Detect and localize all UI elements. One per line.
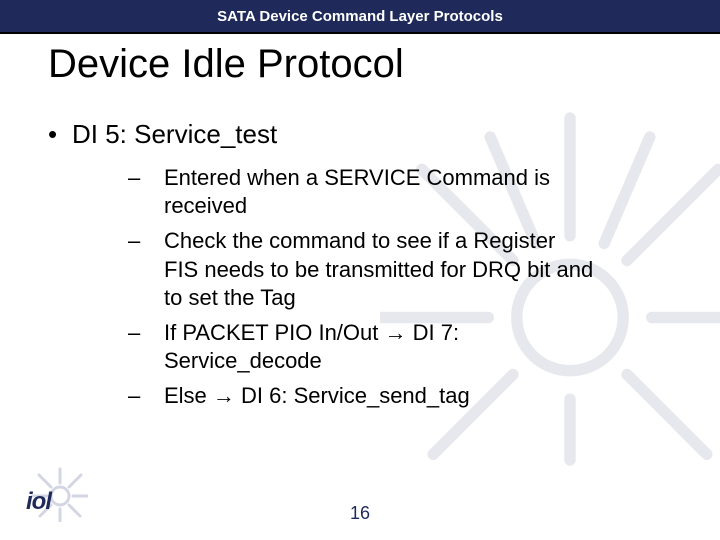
header-bar: SATA Device Command Layer Protocols [0,0,720,34]
page-number: 16 [0,503,720,524]
bullet-icon: • [48,120,72,150]
sublist-item-text: Else → DI 6: Service_send_tag [164,382,470,411]
list-item: • DI 5: Service_test [48,120,660,150]
sublist-item: – Else → DI 6: Service_send_tag [128,382,660,411]
sublist: – Entered when a SERVICE Command is rece… [128,164,660,411]
logo: iol [24,466,88,522]
dash-icon: – [128,164,164,221]
logo-text: iol [26,488,51,516]
dash-icon: – [128,382,164,411]
sublist-item: – Check the command to see if a Register… [128,227,660,313]
list-item-text: DI 5: Service_test [72,120,277,150]
sublist-item-text: Check the command to see if a Register F… [164,227,594,313]
slide-title: Device Idle Protocol [48,42,404,87]
sublist-item: – Entered when a SERVICE Command is rece… [128,164,660,221]
header-title: SATA Device Command Layer Protocols [217,8,503,25]
sublist-item: – If PACKET PIO In/Out → DI 7: Service_d… [128,319,660,376]
dash-icon: – [128,319,164,376]
slide: SATA Device Command Layer Protocols Devi… [0,0,720,540]
content-area: • DI 5: Service_test – Entered when a SE… [48,120,660,417]
dash-icon: – [128,227,164,313]
sublist-item-text: Entered when a SERVICE Command is receiv… [164,164,594,221]
sublist-item-text: If PACKET PIO In/Out → DI 7: Service_dec… [164,319,594,376]
